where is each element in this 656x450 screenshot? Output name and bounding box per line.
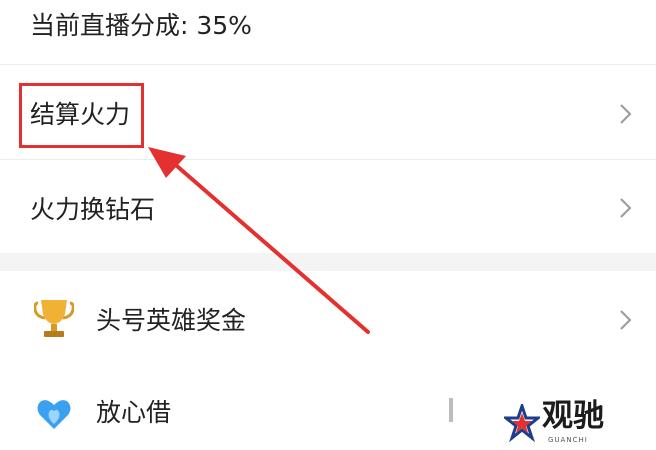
watermark-text: 观驰 [542, 398, 604, 434]
watermark-subtitle: GUANCHI [548, 436, 588, 444]
star-logo-icon [504, 404, 540, 442]
annotation-arrow [148, 147, 370, 334]
